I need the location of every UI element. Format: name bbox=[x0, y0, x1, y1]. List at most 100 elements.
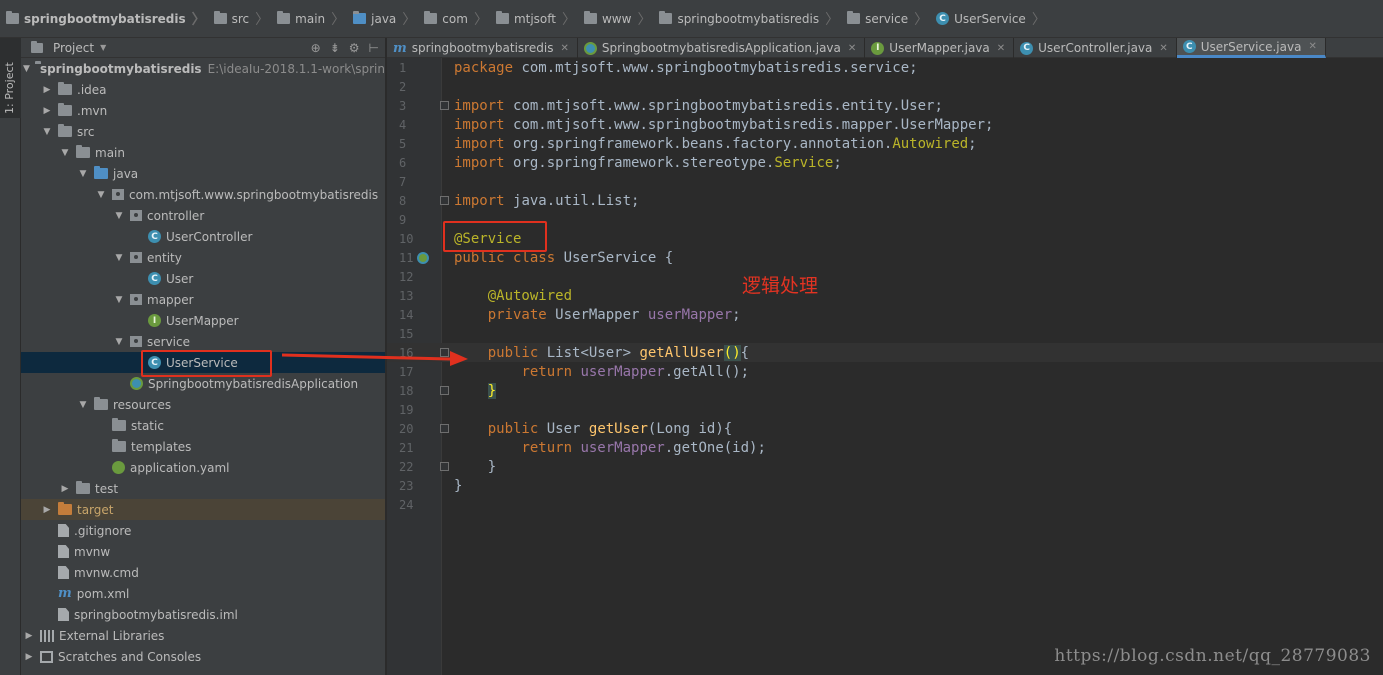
tree-item[interactable]: mvnw bbox=[21, 541, 385, 562]
tree-item[interactable]: ▼ java bbox=[21, 163, 385, 184]
project-view-title[interactable]: Project bbox=[53, 41, 94, 55]
expanded-arrow-icon[interactable]: ▼ bbox=[77, 400, 89, 410]
tree-item[interactable]: I UserMapper bbox=[21, 310, 385, 331]
spring-bean-gutter-icon[interactable] bbox=[417, 251, 429, 264]
expanded-arrow-icon[interactable]: ▼ bbox=[95, 190, 107, 200]
tree-item[interactable]: ▼ resources bbox=[21, 394, 385, 415]
fold-marker-icon[interactable] bbox=[440, 101, 449, 110]
tree-item[interactable]: ▶ test bbox=[21, 478, 385, 499]
locate-icon[interactable]: ⊕ bbox=[311, 41, 321, 55]
editor-tab[interactable]: m springbootmybatisredis ✕ bbox=[387, 38, 578, 58]
tree-item[interactable]: ▶ .mvn bbox=[21, 100, 385, 121]
tree-item[interactable]: ▼ springbootmybatisredis E:\ideaIu-2018.1.… bbox=[21, 58, 385, 79]
code-line[interactable]: 6 import org.springframework.stereotype.S… bbox=[387, 153, 1383, 172]
tree-item[interactable]: C User bbox=[21, 268, 385, 289]
close-icon[interactable]: ✕ bbox=[848, 43, 856, 54]
tree-item[interactable]: ▼ main bbox=[21, 142, 385, 163]
code-line[interactable]: 18 } bbox=[387, 381, 1383, 400]
tree-item[interactable]: ▼ entity bbox=[21, 247, 385, 268]
tree-item[interactable]: mvnw.cmd bbox=[21, 562, 385, 583]
code-line[interactable]: 12 bbox=[387, 267, 1383, 286]
collapsed-arrow-icon[interactable]: ▶ bbox=[41, 85, 53, 95]
tree-item[interactable]: ▶ .idea bbox=[21, 79, 385, 100]
code-line[interactable]: 22 } bbox=[387, 457, 1383, 476]
fold-marker-icon[interactable] bbox=[440, 424, 449, 433]
project-tool-tab[interactable]: 1: Project bbox=[0, 38, 21, 118]
expanded-arrow-icon[interactable]: ▼ bbox=[41, 127, 53, 137]
editor-tab[interactable]: SpringbootmybatisredisApplication.java ✕ bbox=[578, 38, 866, 58]
tree-item[interactable]: C UserController bbox=[21, 226, 385, 247]
breadcrumb-item[interactable]: www 〉 bbox=[583, 0, 657, 37]
tree-item[interactable]: ▼ src bbox=[21, 121, 385, 142]
code-line[interactable]: 15 bbox=[387, 324, 1383, 343]
collapsed-arrow-icon[interactable]: ▶ bbox=[59, 484, 71, 494]
code-line[interactable]: 21 return userMapper.getOne(id); bbox=[387, 438, 1383, 457]
code-line[interactable]: 2 bbox=[387, 77, 1383, 96]
tree-item[interactable]: ▼ com.mtjsoft.www.springbootmybatisredis bbox=[21, 184, 385, 205]
fold-marker-icon[interactable] bbox=[440, 462, 449, 471]
breadcrumb-item[interactable]: C UserService 〉 bbox=[936, 0, 1052, 37]
tree-item[interactable]: application.yaml bbox=[21, 457, 385, 478]
close-icon[interactable]: ✕ bbox=[1159, 43, 1167, 54]
code-token: (Long id){ bbox=[647, 420, 733, 437]
tree-item[interactable]: springbootmybatisredis.iml bbox=[21, 604, 385, 625]
tree-item[interactable]: templates bbox=[21, 436, 385, 457]
code-line[interactable]: 8 import java.util.List; bbox=[387, 191, 1383, 210]
collapsed-arrow-icon[interactable]: ▶ bbox=[23, 652, 35, 662]
code-line[interactable]: 14 private UserMapper userMapper; bbox=[387, 305, 1383, 324]
close-icon[interactable]: ✕ bbox=[997, 43, 1005, 54]
tree-item[interactable]: ▶ Scratches and Consoles bbox=[21, 646, 385, 667]
tree-item[interactable]: ▶ External Libraries bbox=[21, 625, 385, 646]
fold-marker-icon[interactable] bbox=[440, 386, 449, 395]
collapse-all-icon[interactable]: ⇟ bbox=[330, 41, 340, 55]
expanded-arrow-icon[interactable]: ▼ bbox=[113, 337, 125, 347]
code-line[interactable]: 13 @Autowired bbox=[387, 286, 1383, 305]
breadcrumb-item[interactable]: src 〉 bbox=[213, 0, 276, 37]
breadcrumb-item[interactable]: springbootmybatisredis 〉 bbox=[659, 0, 845, 37]
code-area[interactable]: 1 package com.mtjsoft.www.springbootmybat… bbox=[387, 58, 1383, 514]
collapsed-arrow-icon[interactable]: ▶ bbox=[41, 505, 53, 515]
fold-marker-icon[interactable] bbox=[440, 196, 449, 205]
close-icon[interactable]: ✕ bbox=[560, 43, 568, 54]
tree-item[interactable]: ▶ target bbox=[21, 499, 385, 520]
expanded-arrow-icon[interactable]: ▼ bbox=[23, 64, 30, 74]
code-token: Autowired bbox=[892, 135, 969, 152]
expanded-arrow-icon[interactable]: ▼ bbox=[113, 253, 125, 263]
code-line[interactable]: 7 bbox=[387, 172, 1383, 191]
watermark: https://blog.csdn.net/qq_28779083 bbox=[1054, 646, 1371, 666]
code-line[interactable]: 19 bbox=[387, 400, 1383, 419]
expanded-arrow-icon[interactable]: ▼ bbox=[113, 211, 125, 221]
code-line[interactable]: 5 import org.springframework.beans.factor… bbox=[387, 134, 1383, 153]
code-line[interactable]: 4 import com.mtjsoft.www.springbootmybati… bbox=[387, 115, 1383, 134]
chevron-down-icon[interactable]: ▼ bbox=[100, 43, 106, 52]
code-line[interactable]: 16 public List<User> getAllUser(){ bbox=[387, 343, 1383, 362]
expanded-arrow-icon[interactable]: ▼ bbox=[113, 295, 125, 305]
editor-tab[interactable]: C UserService.java ✕ bbox=[1176, 38, 1326, 58]
hide-panel-icon[interactable]: ⊢ bbox=[369, 41, 379, 55]
code-line[interactable]: 3 import com.mtjsoft.www.springbootmybati… bbox=[387, 96, 1383, 115]
editor-tab[interactable]: C UserController.java ✕ bbox=[1014, 38, 1177, 58]
expanded-arrow-icon[interactable]: ▼ bbox=[77, 169, 89, 179]
close-icon[interactable]: ✕ bbox=[1308, 41, 1316, 52]
tree-item[interactable]: ▼ controller bbox=[21, 205, 385, 226]
code-line[interactable]: 24 bbox=[387, 495, 1383, 514]
breadcrumb-item[interactable]: springbootmybatisredis 〉 bbox=[6, 0, 212, 37]
breadcrumb-item[interactable]: com 〉 bbox=[424, 0, 494, 37]
expanded-arrow-icon[interactable]: ▼ bbox=[59, 148, 71, 158]
editor-tab[interactable]: I UserMapper.java ✕ bbox=[865, 38, 1015, 58]
code-line[interactable]: 20 public User getUser(Long id){ bbox=[387, 419, 1383, 438]
tree-item[interactable]: ▼ mapper bbox=[21, 289, 385, 310]
code-line[interactable]: 23} bbox=[387, 476, 1383, 495]
breadcrumb-item[interactable]: mtjsoft 〉 bbox=[495, 0, 582, 37]
collapsed-arrow-icon[interactable]: ▶ bbox=[23, 631, 35, 641]
gear-icon[interactable]: ⚙ bbox=[349, 41, 360, 55]
collapsed-arrow-icon[interactable]: ▶ bbox=[41, 106, 53, 116]
breadcrumb-item[interactable]: main 〉 bbox=[277, 0, 351, 37]
tree-item[interactable]: .gitignore bbox=[21, 520, 385, 541]
code-line[interactable]: 1 package com.mtjsoft.www.springbootmybat… bbox=[387, 58, 1383, 77]
breadcrumb-item[interactable]: java 〉 bbox=[353, 0, 422, 37]
breadcrumb-item[interactable]: service 〉 bbox=[847, 0, 934, 37]
code-line[interactable]: 17 return userMapper.getAll(); bbox=[387, 362, 1383, 381]
tree-item[interactable]: m pom.xml bbox=[21, 583, 385, 604]
tree-item[interactable]: static bbox=[21, 415, 385, 436]
